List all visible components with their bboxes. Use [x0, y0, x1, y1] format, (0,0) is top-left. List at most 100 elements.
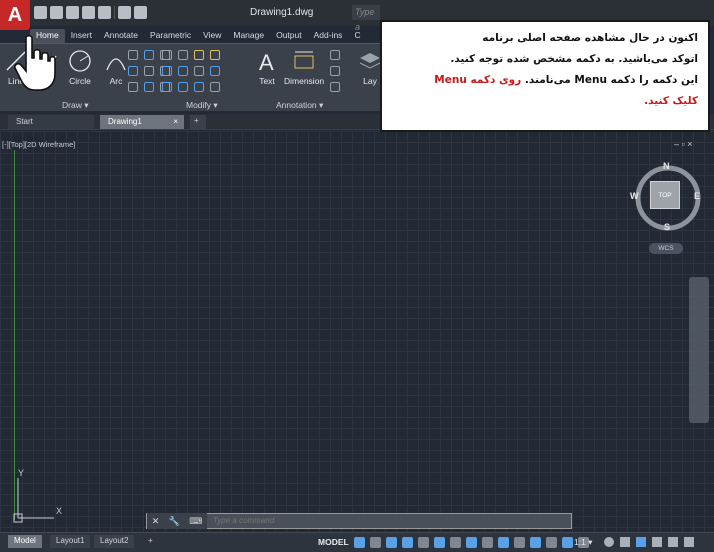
- table-annotation-icon[interactable]: [330, 66, 340, 76]
- tab-manage[interactable]: Manage: [227, 29, 270, 43]
- compass-east[interactable]: E: [694, 191, 700, 201]
- annotation-scale[interactable]: 1:1 ▾: [574, 537, 592, 548]
- save-icon[interactable]: [66, 6, 79, 19]
- svg-text:A: A: [259, 50, 274, 74]
- compass-north[interactable]: N: [663, 161, 670, 171]
- dimension-tool[interactable]: Dimension: [284, 48, 324, 86]
- annotation-monitor-icon[interactable]: [620, 537, 630, 547]
- tab-collaborate[interactable]: C: [348, 29, 366, 43]
- mirror-icon[interactable]: [178, 66, 188, 76]
- viewcube-top-face[interactable]: TOP: [650, 181, 680, 209]
- transparency-icon[interactable]: [466, 537, 477, 548]
- modify-tools: [162, 50, 221, 92]
- clean-screen-icon[interactable]: [668, 537, 678, 547]
- units-display-icon[interactable]: [636, 537, 646, 547]
- status-bar: Model Layout1 Layout2 + MODEL 1:1 ▾: [0, 532, 714, 552]
- spline-icon[interactable]: [144, 82, 154, 92]
- undo-icon[interactable]: [118, 6, 131, 19]
- move-icon[interactable]: [162, 50, 172, 60]
- new-file-icon[interactable]: [34, 6, 47, 19]
- add-layout-button[interactable]: +: [142, 535, 159, 548]
- wcs-menu[interactable]: WCS: [649, 243, 683, 254]
- save-as-icon[interactable]: [82, 6, 95, 19]
- trim-icon[interactable]: [194, 50, 204, 60]
- layout-tab-model[interactable]: Model: [8, 535, 42, 548]
- grid-icon[interactable]: [354, 537, 365, 548]
- layout-tab-layout2[interactable]: Layout2: [94, 535, 135, 548]
- tab-annotate[interactable]: Annotate: [98, 29, 144, 43]
- tab-output[interactable]: Output: [270, 29, 308, 43]
- offset-icon[interactable]: [210, 82, 220, 92]
- tab-addins[interactable]: Add-ins: [308, 29, 349, 43]
- close-icon[interactable]: ✕: [152, 516, 160, 527]
- workspace-gear-icon[interactable]: [604, 537, 614, 547]
- stretch-icon[interactable]: [162, 82, 172, 92]
- markup-icon[interactable]: [330, 82, 340, 92]
- annotation-scale-icon[interactable]: [514, 537, 525, 548]
- new-tab-button[interactable]: +: [190, 115, 206, 129]
- quick-properties-icon[interactable]: [562, 537, 573, 548]
- application-menu-button[interactable]: A: [0, 0, 30, 30]
- hand-cursor-icon: [14, 34, 56, 91]
- hardware-acceleration-icon[interactable]: [652, 537, 662, 547]
- status-toggles: [354, 537, 589, 548]
- compass-south[interactable]: S: [664, 222, 670, 232]
- annotation-visibility-icon[interactable]: [498, 537, 509, 548]
- layers-tool-label: Lay: [363, 76, 377, 86]
- layout-tab-layout1[interactable]: Layout1: [50, 535, 91, 548]
- rotate-icon[interactable]: [178, 50, 188, 60]
- ribbon-tabs: Home Insert Annotate Parametric View Man…: [30, 29, 367, 43]
- tab-view[interactable]: View: [197, 29, 227, 43]
- customize-icon[interactable]: 🔧: [169, 516, 180, 527]
- snap-icon[interactable]: [370, 537, 381, 548]
- rectangle-icon[interactable]: [128, 50, 138, 60]
- open-file-icon[interactable]: [50, 6, 63, 19]
- explode-icon[interactable]: [210, 66, 220, 76]
- polar-icon[interactable]: [402, 537, 413, 548]
- ellipse-icon[interactable]: [128, 66, 138, 76]
- search-input[interactable]: Type a: [352, 5, 380, 32]
- layers-icon: [359, 53, 381, 69]
- layers-tool[interactable]: Lay: [358, 48, 382, 86]
- units-icon[interactable]: [546, 537, 557, 548]
- scale-icon[interactable]: [178, 82, 188, 92]
- dynamic-input-icon[interactable]: [530, 537, 541, 548]
- tab-insert[interactable]: Insert: [65, 29, 98, 43]
- hatch-icon[interactable]: [144, 50, 154, 60]
- arc-tool[interactable]: Arc: [104, 48, 128, 86]
- close-tab-icon[interactable]: ×: [173, 117, 178, 126]
- recent-commands-icon[interactable]: ⌨: [189, 516, 202, 527]
- copy-icon[interactable]: [162, 66, 172, 76]
- selection-cycling-icon[interactable]: [482, 537, 493, 548]
- customization-icon[interactable]: [684, 537, 694, 547]
- tab-parametric[interactable]: Parametric: [144, 29, 197, 43]
- osnap-icon[interactable]: [418, 537, 429, 548]
- annotation-panel-label[interactable]: Annotation ▾: [276, 100, 323, 111]
- modify-panel-label[interactable]: Modify ▾: [186, 100, 218, 111]
- tab-start[interactable]: Start: [8, 115, 94, 129]
- quick-access-toolbar: [34, 6, 147, 19]
- ortho-icon[interactable]: [386, 537, 397, 548]
- viewport-controls-label[interactable]: [-][Top][2D Wireframe]: [2, 140, 75, 149]
- drawing-viewport[interactable]: [0, 131, 714, 532]
- erase-icon[interactable]: [210, 50, 220, 60]
- lineweight-icon[interactable]: [450, 537, 461, 548]
- otrack-icon[interactable]: [434, 537, 445, 548]
- circle-tool[interactable]: Circle: [68, 48, 92, 86]
- model-space-indicator[interactable]: MODEL: [318, 537, 349, 547]
- text-tool[interactable]: A Text: [255, 48, 279, 86]
- viewport-window-controls[interactable]: – ▫ ×: [674, 139, 692, 149]
- tab-drawing1[interactable]: Drawing1 ×: [100, 115, 184, 129]
- redo-icon[interactable]: [134, 6, 147, 19]
- fillet-icon[interactable]: [194, 66, 204, 76]
- point-icon[interactable]: [128, 82, 138, 92]
- draw-panel-label[interactable]: Draw ▾: [62, 100, 88, 111]
- command-input[interactable]: [207, 514, 571, 528]
- navigation-bar[interactable]: [689, 277, 709, 423]
- compass-west[interactable]: W: [630, 191, 639, 201]
- plot-icon[interactable]: [98, 6, 111, 19]
- boundary-icon[interactable]: [144, 66, 154, 76]
- callout-click-instruction: روی دکمه: [466, 74, 522, 86]
- array-icon[interactable]: [194, 82, 204, 92]
- leader-icon[interactable]: [330, 50, 340, 60]
